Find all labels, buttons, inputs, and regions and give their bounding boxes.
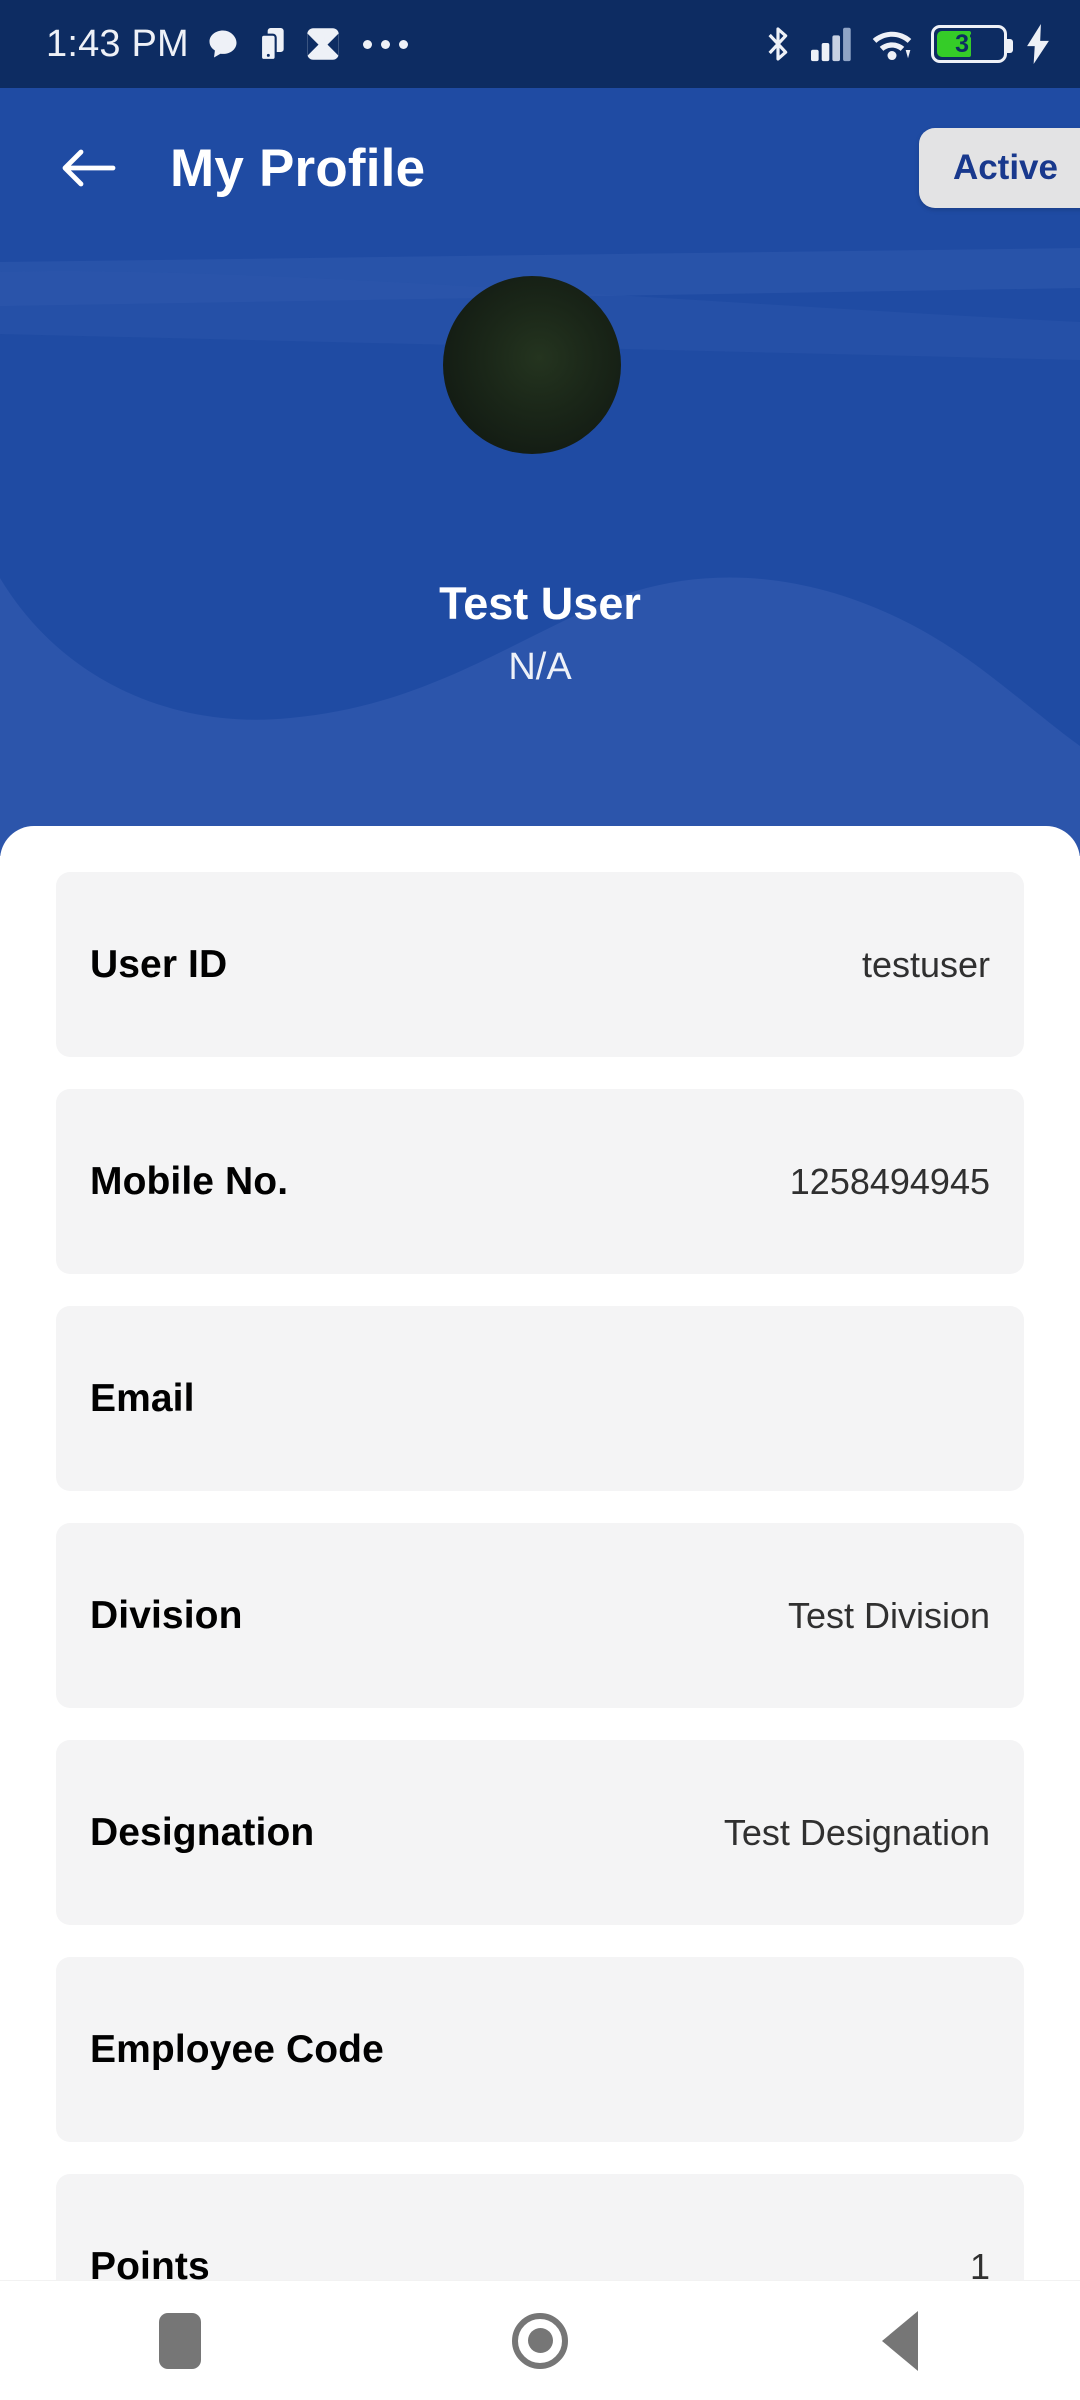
row-label: Employee Code — [90, 2027, 384, 2071]
battery-percent: 37 — [955, 29, 983, 58]
row-value: Test Designation — [723, 1811, 990, 1853]
charging-bolt-icon — [1027, 24, 1049, 64]
image-download-icon — [307, 28, 339, 60]
row-label: Designation — [90, 1810, 315, 1854]
phone-copy-icon — [259, 28, 284, 62]
status-bar: 1:43 PM 37 — [0, 0, 1080, 88]
status-bar-left: 1:43 PM — [46, 23, 408, 66]
table-row[interactable]: Points 1 — [56, 2174, 1024, 2280]
app-header: My Profile Active — [0, 88, 1080, 248]
wifi-icon — [872, 31, 912, 61]
android-nav-bar — [0, 2280, 1080, 2400]
phone-screen: 1:43 PM 37 My Profile Active Test User N… — [0, 0, 1080, 2400]
triangle-back-icon — [882, 2310, 918, 2371]
table-row[interactable]: Employee Code — [56, 1957, 1024, 2142]
table-row[interactable]: Email — [56, 1306, 1024, 1491]
details-list[interactable]: User ID testuser Mobile No. 1258494945 E… — [0, 826, 1080, 2280]
status-bar-right: 37 — [762, 24, 1052, 64]
circle-home-icon — [512, 2312, 568, 2369]
battery-icon: 37 — [931, 25, 1013, 63]
row-value: Test Division — [787, 1594, 990, 1636]
row-value: 1258494945 — [789, 1160, 990, 1202]
row-value: testuser — [861, 943, 990, 985]
square-recents-icon — [159, 2312, 201, 2369]
status-badge[interactable]: Active — [918, 128, 1080, 208]
row-label: Points — [90, 2244, 210, 2281]
row-label: Division — [90, 1593, 243, 1637]
avatar[interactable] — [443, 276, 621, 454]
overflow-dots-icon — [362, 39, 408, 49]
clock: 1:43 PM — [46, 22, 189, 65]
profile-subtitle: N/A — [508, 646, 572, 688]
cellular-signal-icon — [811, 27, 851, 62]
recents-button[interactable] — [120, 2281, 240, 2400]
profile-hero: Test User N/A — [0, 248, 1080, 856]
row-label: Mobile No. — [90, 1159, 289, 1203]
row-label: User ID — [90, 942, 228, 986]
chat-bubble-icon — [209, 30, 237, 58]
arrow-left-icon — [62, 149, 116, 187]
table-row[interactable]: Division Test Division — [56, 1523, 1024, 1708]
profile-name: Test User — [439, 578, 641, 629]
page-title: My Profile — [170, 138, 426, 198]
details-sheet: User ID testuser Mobile No. 1258494945 E… — [0, 826, 1080, 2280]
table-row[interactable]: User ID testuser — [56, 872, 1024, 1057]
bluetooth-icon — [768, 27, 788, 61]
home-button[interactable] — [480, 2281, 600, 2400]
back-nav-button[interactable] — [840, 2281, 960, 2400]
row-value: 1 — [969, 2245, 990, 2281]
table-row[interactable]: Mobile No. 1258494945 — [56, 1089, 1024, 1274]
table-row[interactable]: Designation Test Designation — [56, 1740, 1024, 1925]
row-label: Email — [90, 1376, 195, 1420]
back-button[interactable] — [52, 131, 126, 205]
